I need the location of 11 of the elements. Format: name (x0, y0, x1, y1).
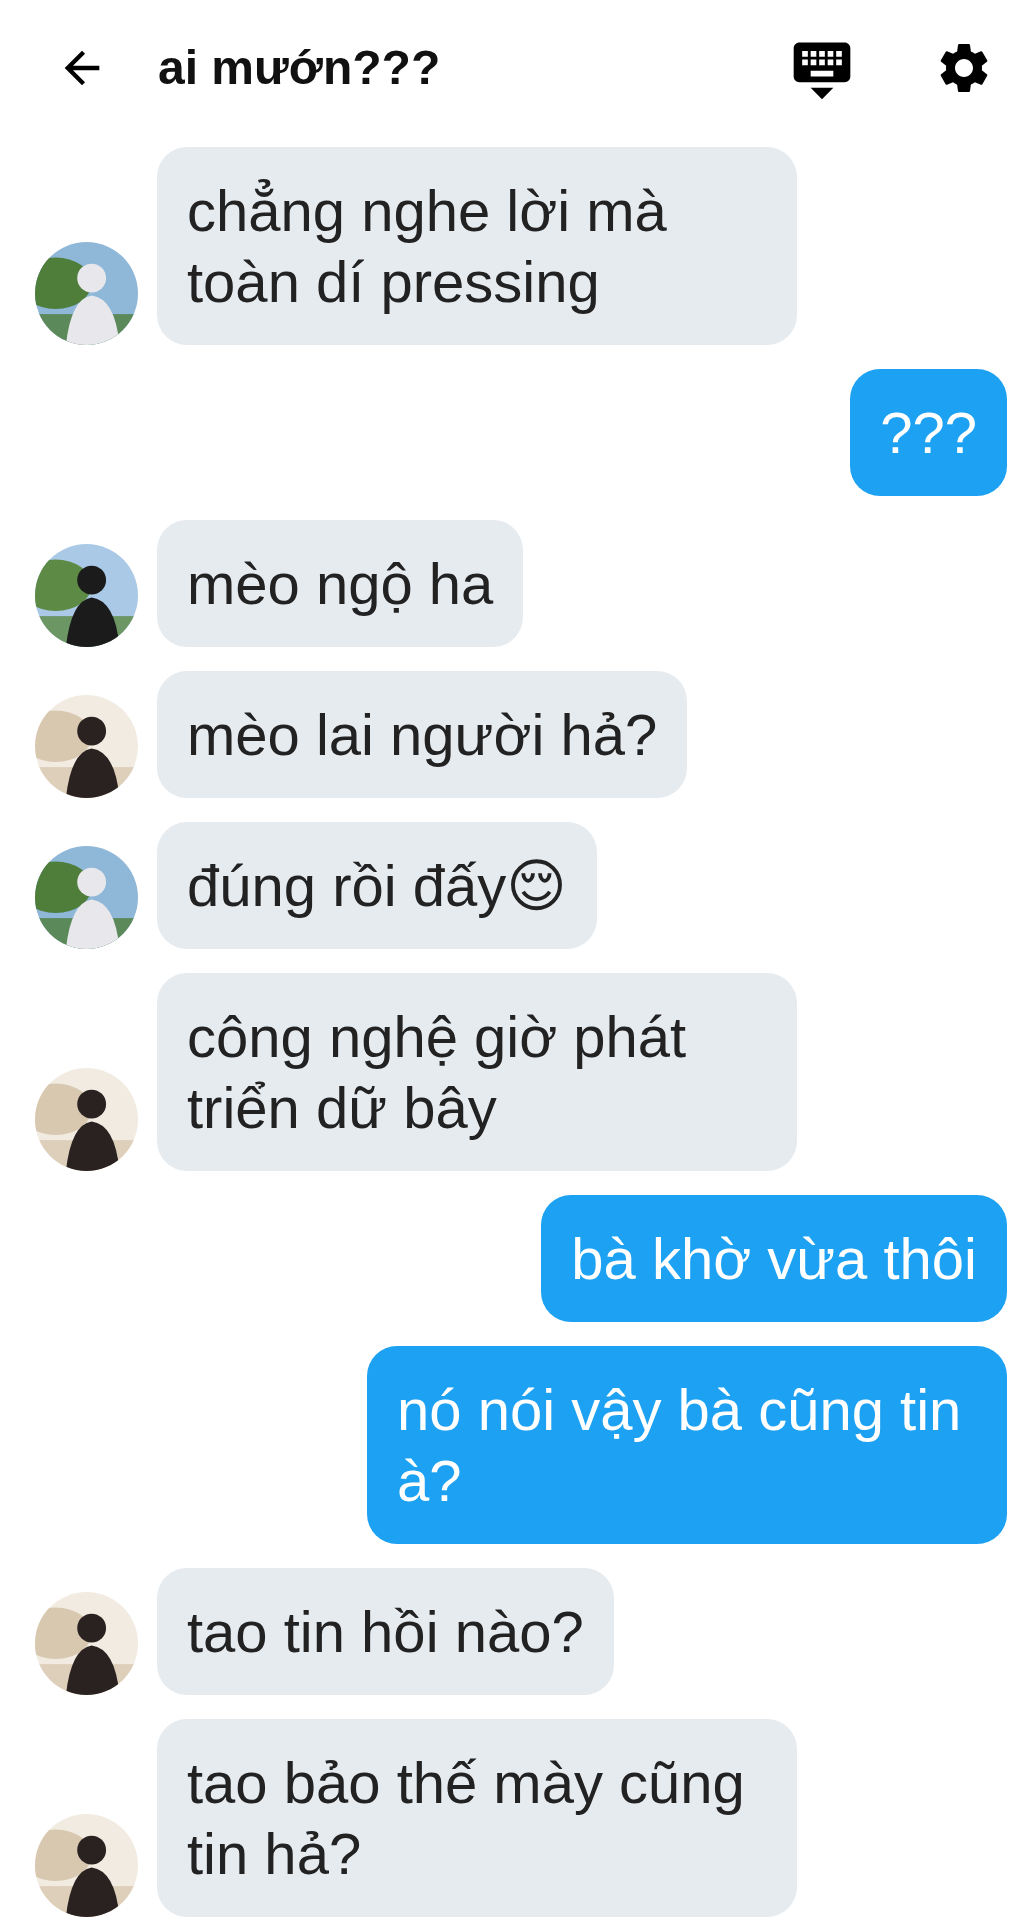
message-bubble: nó nói vậy bà cũng tin à? (367, 1346, 1007, 1544)
chat-title: ai mướn??? (158, 40, 442, 95)
message-bubble: đúng rồi đấy😌 (157, 822, 597, 949)
message-bubble: ??? (850, 369, 1007, 496)
message-bubble: tao bảo thế mày cũng tin hả? (157, 1719, 797, 1917)
message-bubble: tao tin hồi nào? (157, 1568, 614, 1695)
message-bubble: chẳng nghe lời mà toàn dí pressing (157, 147, 797, 345)
message-bubble: bà khờ vừa thôi (541, 1195, 1007, 1322)
message-bubble: mèo ngộ ha (157, 520, 524, 647)
message-bubble: mèo lai người hả? (157, 671, 688, 798)
message-bubble: công nghệ giờ phát triển dữ bây (157, 973, 797, 1171)
